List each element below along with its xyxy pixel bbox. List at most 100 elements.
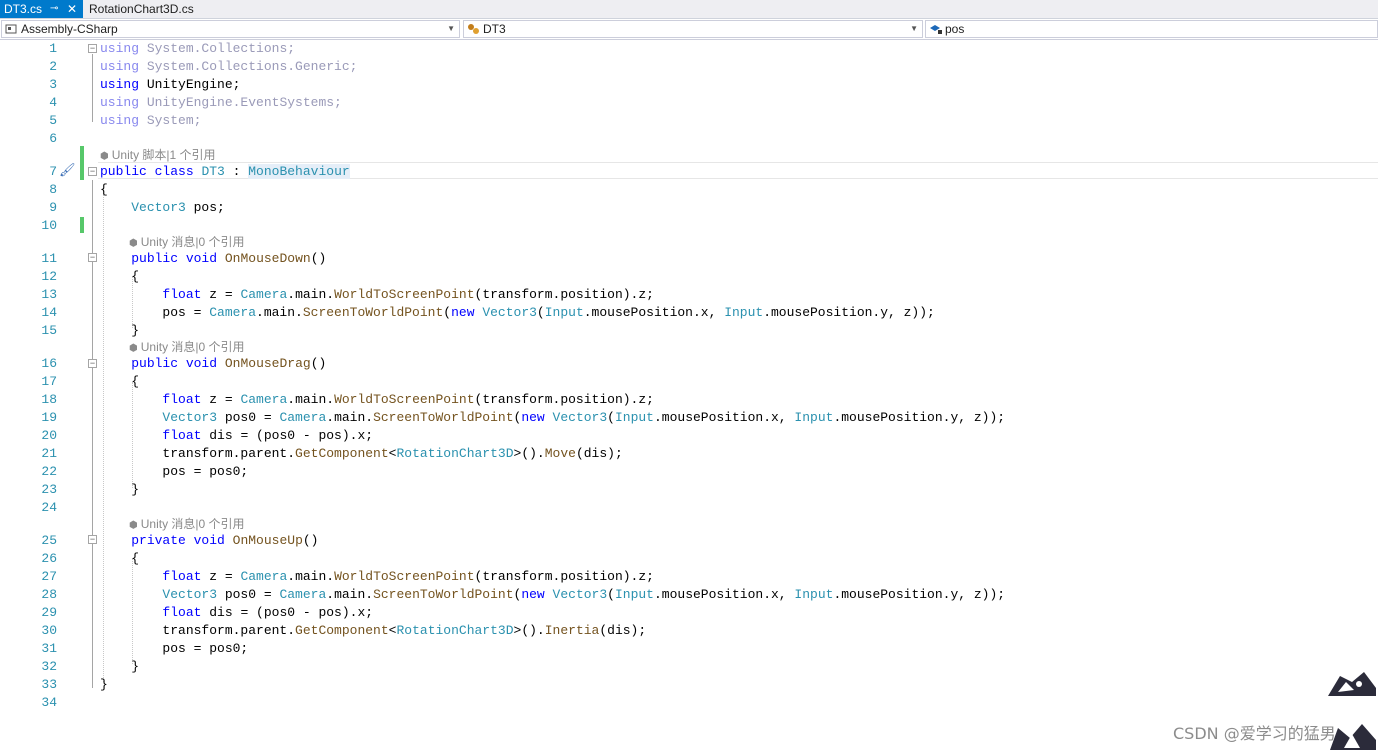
codelens-text: Unity 消息|0 个引用 bbox=[140, 340, 245, 354]
line-number: 31 bbox=[41, 641, 57, 656]
fold-line bbox=[92, 54, 93, 122]
tab-dt3[interactable]: DT3.cs ⊸ ✕ bbox=[0, 0, 83, 18]
line-number: 18 bbox=[41, 392, 57, 407]
code-line[interactable]: using System.Collections.Generic; bbox=[100, 58, 357, 76]
line-number: 12 bbox=[41, 269, 57, 284]
line-number: 2 bbox=[49, 59, 57, 74]
line-number: 5 bbox=[49, 113, 57, 128]
chevron-down-icon: ▼ bbox=[447, 24, 455, 33]
unity-cube-icon: ⬢ bbox=[129, 520, 138, 531]
line-number: 32 bbox=[41, 659, 57, 674]
line-number: 22 bbox=[41, 464, 57, 479]
codelens[interactable]: ⬢ Unity 脚本|1 个引用 bbox=[100, 147, 216, 163]
pin-icon[interactable]: ⊸ bbox=[50, 0, 58, 18]
code-line[interactable]: public class DT3 : MonoBehaviour bbox=[100, 163, 350, 181]
line-number: 17 bbox=[41, 374, 57, 389]
code-line[interactable]: float dis = (pos0 - pos).x; bbox=[100, 604, 373, 622]
code-line[interactable]: pos = pos0; bbox=[100, 640, 248, 658]
watermark: CSDN @爱学习的猛男 bbox=[1173, 724, 1336, 743]
line-number: 21 bbox=[41, 446, 57, 461]
code-line[interactable]: { bbox=[100, 550, 139, 568]
codelens[interactable]: ⬢ Unity 消息|0 个引用 bbox=[129, 234, 245, 250]
code-line[interactable]: float z = Camera.main.WorldToScreenPoint… bbox=[100, 391, 654, 409]
fold-toggle[interactable]: − bbox=[88, 167, 97, 176]
line-number: 15 bbox=[41, 323, 57, 338]
code-line[interactable]: Vector3 pos; bbox=[100, 199, 225, 217]
code-line[interactable]: transform.parent.GetComponent<RotationCh… bbox=[100, 445, 622, 463]
line-number: 19 bbox=[41, 410, 57, 425]
code-line[interactable]: { bbox=[100, 181, 108, 199]
code-line[interactable]: public void OnMouseDrag() bbox=[100, 355, 326, 373]
codelens[interactable]: ⬢ Unity 消息|0 个引用 bbox=[129, 339, 245, 355]
fold-toggle[interactable]: − bbox=[88, 44, 97, 53]
line-number: 25 bbox=[41, 533, 57, 548]
code-line[interactable]: float dis = (pos0 - pos).x; bbox=[100, 427, 373, 445]
code-line[interactable]: using UnityEngine; bbox=[100, 76, 240, 94]
code-line[interactable]: using System.Collections; bbox=[100, 40, 295, 58]
tab-rotationchart3d[interactable]: RotationChart3D.cs bbox=[85, 0, 205, 18]
line-number: 34 bbox=[41, 695, 57, 710]
code-line[interactable]: private void OnMouseUp() bbox=[100, 532, 318, 550]
unity-cube-icon: ⬢ bbox=[129, 343, 138, 354]
line-number: 1 bbox=[49, 41, 57, 56]
brush-icon[interactable]: 🖌 bbox=[59, 162, 76, 178]
line-number: 13 bbox=[41, 287, 57, 302]
code-line[interactable]: using System; bbox=[100, 112, 201, 130]
line-number: 27 bbox=[41, 569, 57, 584]
solution-icon bbox=[5, 23, 17, 35]
member-dropdown[interactable]: pos bbox=[925, 20, 1378, 38]
code-line[interactable]: { bbox=[100, 373, 139, 391]
line-number: 29 bbox=[41, 605, 57, 620]
tab-bar: DT3.cs ⊸ ✕ RotationChart3D.cs bbox=[0, 0, 1378, 19]
line-number: 3 bbox=[49, 77, 57, 92]
tab-dt3-label: DT3.cs bbox=[4, 2, 43, 16]
fold-toggle[interactable]: − bbox=[88, 535, 97, 544]
chevron-down-icon: ▼ bbox=[910, 24, 918, 33]
mascot-image bbox=[1328, 672, 1376, 696]
line-number: 26 bbox=[41, 551, 57, 566]
line-number: 10 bbox=[41, 218, 57, 233]
close-icon[interactable]: ✕ bbox=[67, 0, 77, 18]
code-line[interactable]: public void OnMouseDown() bbox=[100, 250, 326, 268]
line-number: 23 bbox=[41, 482, 57, 497]
line-number: 4 bbox=[49, 95, 57, 110]
code-line[interactable]: float z = Camera.main.WorldToScreenPoint… bbox=[100, 568, 654, 586]
code-line[interactable]: Vector3 pos0 = Camera.main.ScreenToWorld… bbox=[100, 409, 1005, 427]
code-line[interactable]: float z = Camera.main.WorldToScreenPoint… bbox=[100, 286, 654, 304]
code-line[interactable]: Vector3 pos0 = Camera.main.ScreenToWorld… bbox=[100, 586, 1005, 604]
line-number: 8 bbox=[49, 182, 57, 197]
project-name: Assembly-CSharp bbox=[21, 22, 118, 36]
line-number: 14 bbox=[41, 305, 57, 320]
fold-toggle[interactable]: − bbox=[88, 359, 97, 368]
code-line[interactable]: } bbox=[100, 481, 139, 499]
codelens-text: Unity 脚本|1 个引用 bbox=[111, 148, 216, 162]
line-number: 11 bbox=[41, 251, 57, 266]
code-editor[interactable]: 🖌 − − − − − 1 2 3 4 5 6 7 8 9 10 11 12 1… bbox=[0, 40, 1378, 750]
line-number: 28 bbox=[41, 587, 57, 602]
codelens[interactable]: ⬢ Unity 消息|0 个引用 bbox=[129, 516, 245, 532]
code-line[interactable]: pos = pos0; bbox=[100, 463, 248, 481]
line-number: 6 bbox=[49, 131, 57, 146]
code-line[interactable]: pos = Camera.main.ScreenToWorldPoint(new… bbox=[100, 304, 934, 322]
code-line[interactable]: } bbox=[100, 676, 108, 694]
code-line[interactable]: { bbox=[100, 268, 139, 286]
line-number: 33 bbox=[41, 677, 57, 692]
class-dropdown[interactable]: DT3 ▼ bbox=[463, 20, 923, 38]
navigation-bar: Assembly-CSharp ▼ DT3 ▼ pos bbox=[0, 19, 1378, 40]
code-line[interactable]: transform.parent.GetComponent<RotationCh… bbox=[100, 622, 646, 640]
line-number: 7 bbox=[49, 164, 57, 179]
project-dropdown[interactable]: Assembly-CSharp ▼ bbox=[1, 20, 460, 38]
code-line[interactable]: } bbox=[100, 658, 139, 676]
line-number: 20 bbox=[41, 428, 57, 443]
fold-toggle[interactable]: − bbox=[88, 253, 97, 262]
line-number: 24 bbox=[41, 500, 57, 515]
line-number: 16 bbox=[41, 356, 57, 371]
unity-cube-icon: ⬢ bbox=[100, 151, 109, 162]
change-marker bbox=[80, 217, 84, 233]
code-line[interactable]: using UnityEngine.EventSystems; bbox=[100, 94, 342, 112]
tab-rotationchart3d-label: RotationChart3D.cs bbox=[89, 2, 194, 16]
code-line[interactable]: } bbox=[100, 322, 139, 340]
codelens-text: Unity 消息|0 个引用 bbox=[140, 235, 245, 249]
unity-cube-icon: ⬢ bbox=[129, 238, 138, 249]
field-icon bbox=[929, 23, 942, 35]
